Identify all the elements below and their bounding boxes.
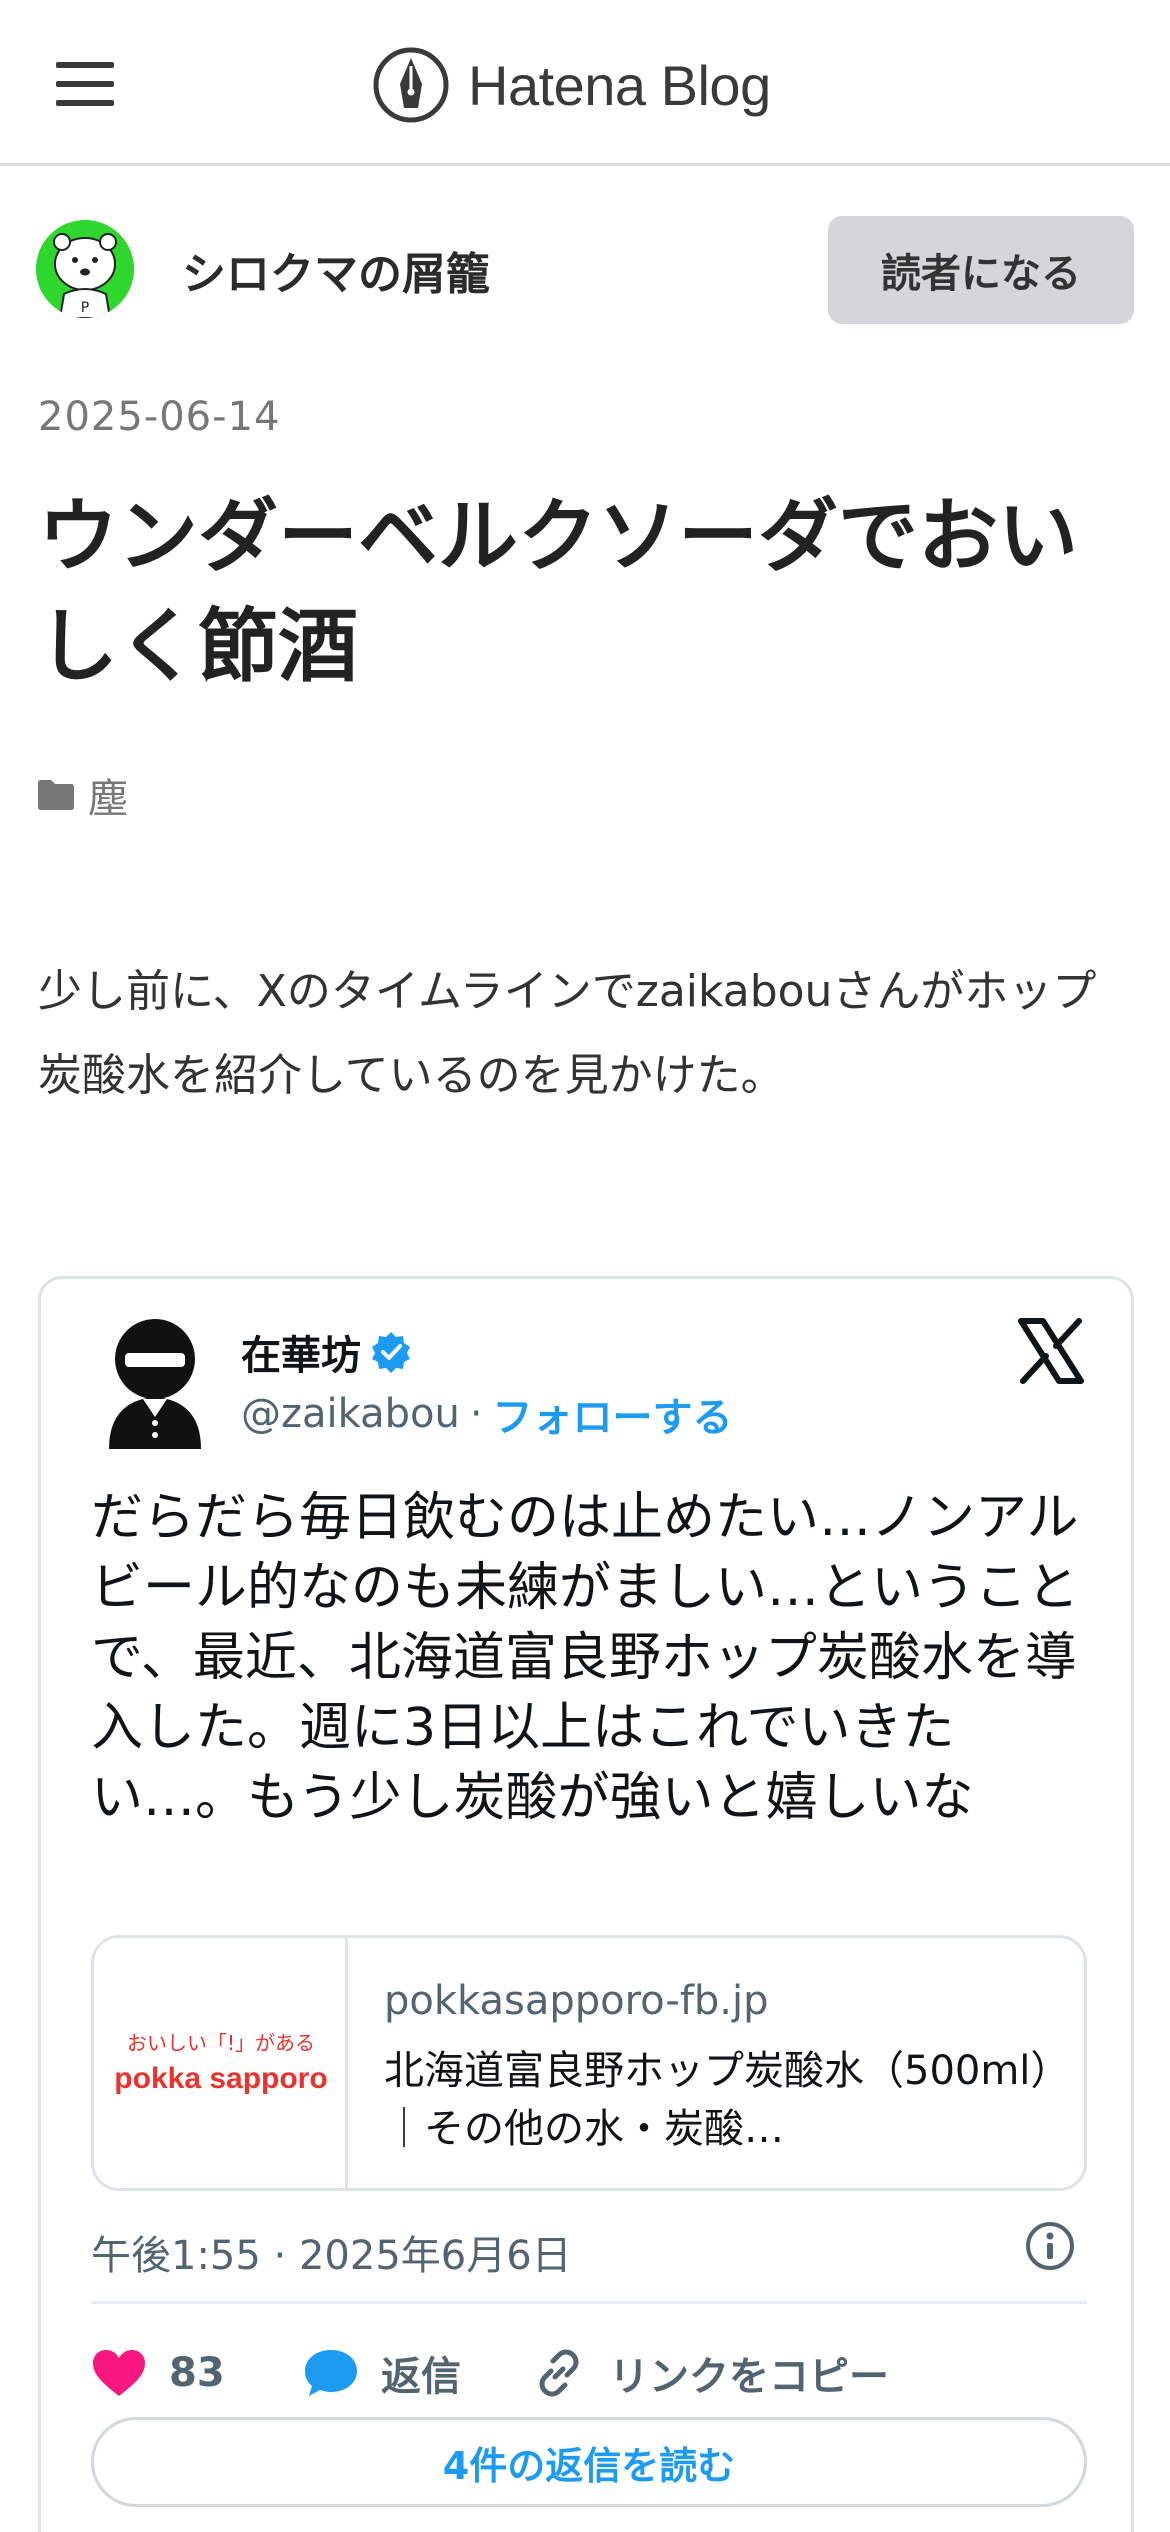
like-button[interactable]: 83 xyxy=(91,2333,225,2413)
tweet-handle-row: @zaikabou · フォローする xyxy=(241,1385,733,1443)
tweet-handle[interactable]: @zaikabou xyxy=(241,1391,460,1437)
tweet-link-card[interactable]: おいしい「!」がある pokka sapporo pokkasapporo-fb… xyxy=(91,1935,1087,2191)
tweet-text: だらだら毎日飲むのは止めたい…ノンアルビール的なのも未練がましい…ということで、… xyxy=(91,1488,1080,1828)
article-category[interactable]: 塵 xyxy=(38,766,128,824)
copy-link-button[interactable]: リンクをコピー xyxy=(531,2333,889,2413)
link-card-title: 北海道富良野ホップ炭酸水（500ml）｜その他の水・炭酸… xyxy=(384,2048,1051,2152)
app-header: Hatena Blog xyxy=(0,0,1170,166)
separator-dot: · xyxy=(469,1391,483,1437)
reply-bubble-icon xyxy=(305,2350,357,2396)
embedded-tweet: 在華坊 @zaikabou · フォローする だらだら毎日飲むのは止めたい…ノン… xyxy=(38,1276,1134,2532)
article-date[interactable]: 2025-06-14 xyxy=(38,394,280,440)
tweet-timestamp[interactable]: 午後1:55 · 2025年6月6日 xyxy=(91,2223,572,2281)
link-card-domain: pokkasapporo-fb.jp xyxy=(384,1978,769,2024)
article-body-paragraph: 少し前に、Xのタイムラインでzaikabouさんがホップ炭酸水を紹介しているのを… xyxy=(38,966,1097,1101)
tweet-divider xyxy=(91,2301,1087,2304)
hatena-blog-logo[interactable]: Hatena Blog xyxy=(372,46,771,124)
thumb-brand: pokka sapporo xyxy=(114,2062,327,2095)
pokka-sapporo-logo: おいしい「!」がある pokka sapporo xyxy=(114,2031,327,2095)
follow-button[interactable]: フォローする xyxy=(493,1385,733,1443)
tweet-author-avatar[interactable] xyxy=(99,1317,211,1449)
link-icon xyxy=(539,2349,579,2397)
tweet-actions: 83 返信 リンクをコピー xyxy=(91,2333,1087,2413)
folder-icon xyxy=(38,780,74,810)
author-name-text: 在華坊 xyxy=(241,1333,361,1379)
logo-text: Hatena Blog xyxy=(468,53,771,117)
reply-button[interactable]: 返信 xyxy=(303,2333,461,2413)
subscribe-button[interactable]: 読者になる xyxy=(828,216,1134,324)
blog-avatar[interactable]: P xyxy=(36,220,134,318)
reply-label: 返信 xyxy=(381,2354,461,2400)
link-card-thumbnail: おいしい「!」がある pokka sapporo xyxy=(94,1938,348,2188)
polar-bear-avatar-icon: P xyxy=(36,220,134,318)
hatena-pen-icon xyxy=(373,47,449,123)
copy-link-label: リンクをコピー xyxy=(609,2354,889,2400)
thumb-tagline: おいしい「!」がある xyxy=(127,2031,315,2055)
blog-name[interactable]: シロクマの屑籠 xyxy=(182,238,490,302)
read-replies-button[interactable]: 4件の返信を読む xyxy=(91,2417,1087,2507)
x-logo-icon[interactable] xyxy=(1017,1317,1085,1385)
like-count: 83 xyxy=(169,2350,225,2396)
heart-icon xyxy=(93,2350,145,2396)
tweet-author-name[interactable]: 在華坊 xyxy=(241,1323,413,1381)
info-icon[interactable] xyxy=(1023,2219,1077,2273)
category-label: 塵 xyxy=(88,776,128,822)
hamburger-menu-icon[interactable] xyxy=(56,62,114,106)
verified-badge-icon xyxy=(372,1332,410,1373)
svg-text:P: P xyxy=(81,300,89,316)
article-title[interactable]: ウンダーベルクソーダでおいしく節酒 xyxy=(38,482,1138,702)
